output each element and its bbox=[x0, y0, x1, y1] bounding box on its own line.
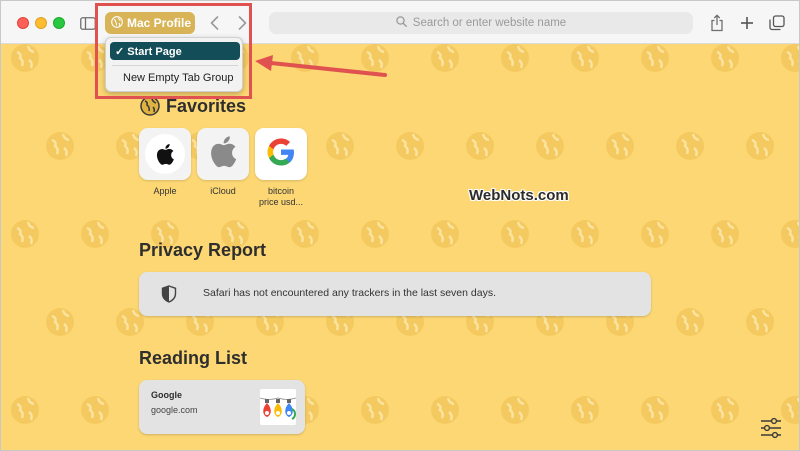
background-globe-icon bbox=[396, 132, 424, 160]
favorite-bitcoin-label: bitcoin price usd... bbox=[249, 186, 313, 208]
background-globe-icon bbox=[81, 220, 109, 248]
background-globe-icon bbox=[641, 396, 669, 424]
favorite-icloud[interactable] bbox=[197, 128, 249, 180]
start-page: Favorites Apple iCloud bitcoin price usd… bbox=[1, 44, 799, 450]
background-globe-icon bbox=[46, 308, 74, 336]
customize-start-page-icon[interactable] bbox=[759, 417, 783, 439]
shield-icon bbox=[161, 285, 177, 303]
background-globe-icon bbox=[781, 396, 799, 424]
share-icon[interactable] bbox=[707, 12, 727, 34]
reading-list-item-title: Google bbox=[151, 390, 182, 400]
background-globe-icon bbox=[431, 396, 459, 424]
background-globe-icon bbox=[746, 132, 774, 160]
background-globe-icon bbox=[11, 220, 39, 248]
background-globe-icon bbox=[641, 44, 669, 72]
background-globe-icon bbox=[431, 44, 459, 72]
background-globe-icon bbox=[746, 308, 774, 336]
annotation-arrow-icon bbox=[255, 55, 387, 77]
background-globe-icon bbox=[536, 132, 564, 160]
watermark: WebNots.com bbox=[469, 187, 569, 204]
background-globe-icon bbox=[711, 220, 739, 248]
google-logo-icon bbox=[264, 135, 298, 174]
favorites-heading: Favorites bbox=[166, 96, 247, 116]
background-globe-icon bbox=[361, 220, 389, 248]
background-globe-icon bbox=[606, 132, 634, 160]
background-globe-icon bbox=[326, 132, 354, 160]
background-globe-icon bbox=[571, 44, 599, 72]
background-globe-icon bbox=[81, 396, 109, 424]
reading-list-heading: Reading List bbox=[139, 348, 248, 368]
background-globe-icon bbox=[711, 44, 739, 72]
background-globe-icon bbox=[431, 220, 459, 248]
background-globe-icon bbox=[676, 308, 704, 336]
new-tab-icon[interactable] bbox=[737, 12, 757, 34]
privacy-report-heading: Privacy Report bbox=[139, 240, 267, 260]
globe-pattern-background bbox=[11, 44, 799, 424]
background-globe-icon bbox=[11, 44, 39, 72]
background-globe-icon bbox=[781, 220, 799, 248]
background-globe-icon bbox=[676, 132, 704, 160]
zoom-window-button[interactable] bbox=[53, 17, 65, 29]
background-globe-icon bbox=[571, 396, 599, 424]
background-globe-icon bbox=[291, 220, 319, 248]
safari-window: Mac Profile Search or enter website name bbox=[0, 0, 800, 451]
background-globe-icon bbox=[501, 44, 529, 72]
search-icon bbox=[396, 16, 407, 30]
close-window-button[interactable] bbox=[17, 17, 29, 29]
background-globe-icon bbox=[501, 220, 529, 248]
background-globe-icon bbox=[361, 396, 389, 424]
background-globe-icon bbox=[781, 44, 799, 72]
favorite-icloud-label: iCloud bbox=[210, 186, 236, 196]
favorite-apple-label: Apple bbox=[153, 186, 177, 196]
address-placeholder: Search or enter website name bbox=[412, 17, 567, 29]
background-globe-icon bbox=[571, 220, 599, 248]
reading-list-item-url: google.com bbox=[151, 405, 198, 415]
annotation-highlight-box bbox=[95, 3, 252, 99]
favorite-bitcoin-price[interactable] bbox=[255, 128, 307, 180]
background-globe-icon bbox=[641, 220, 669, 248]
background-globe-icon bbox=[466, 132, 494, 160]
favorite-bitcoin-label-line2: price usd... bbox=[258, 197, 304, 207]
favorite-apple[interactable] bbox=[139, 128, 191, 180]
apple-logo-icon bbox=[208, 135, 238, 174]
reading-list-thumbnail bbox=[260, 389, 296, 425]
favorites-globe-icon bbox=[140, 96, 160, 116]
background-globe-icon bbox=[11, 396, 39, 424]
tab-overview-icon[interactable] bbox=[766, 12, 788, 34]
background-globe-icon bbox=[46, 132, 74, 160]
privacy-report-card[interactable]: Safari has not encountered any trackers … bbox=[139, 272, 651, 316]
minimize-window-button[interactable] bbox=[35, 17, 47, 29]
reading-list-item[interactable]: Google google.com bbox=[139, 380, 305, 434]
background-globe-icon bbox=[501, 396, 529, 424]
privacy-report-message: Safari has not encountered any trackers … bbox=[203, 287, 497, 299]
background-globe-icon bbox=[711, 396, 739, 424]
address-bar[interactable]: Search or enter website name bbox=[269, 12, 693, 34]
apple-logo-icon bbox=[145, 134, 185, 174]
favorite-bitcoin-label-line1: bitcoin bbox=[267, 186, 294, 196]
